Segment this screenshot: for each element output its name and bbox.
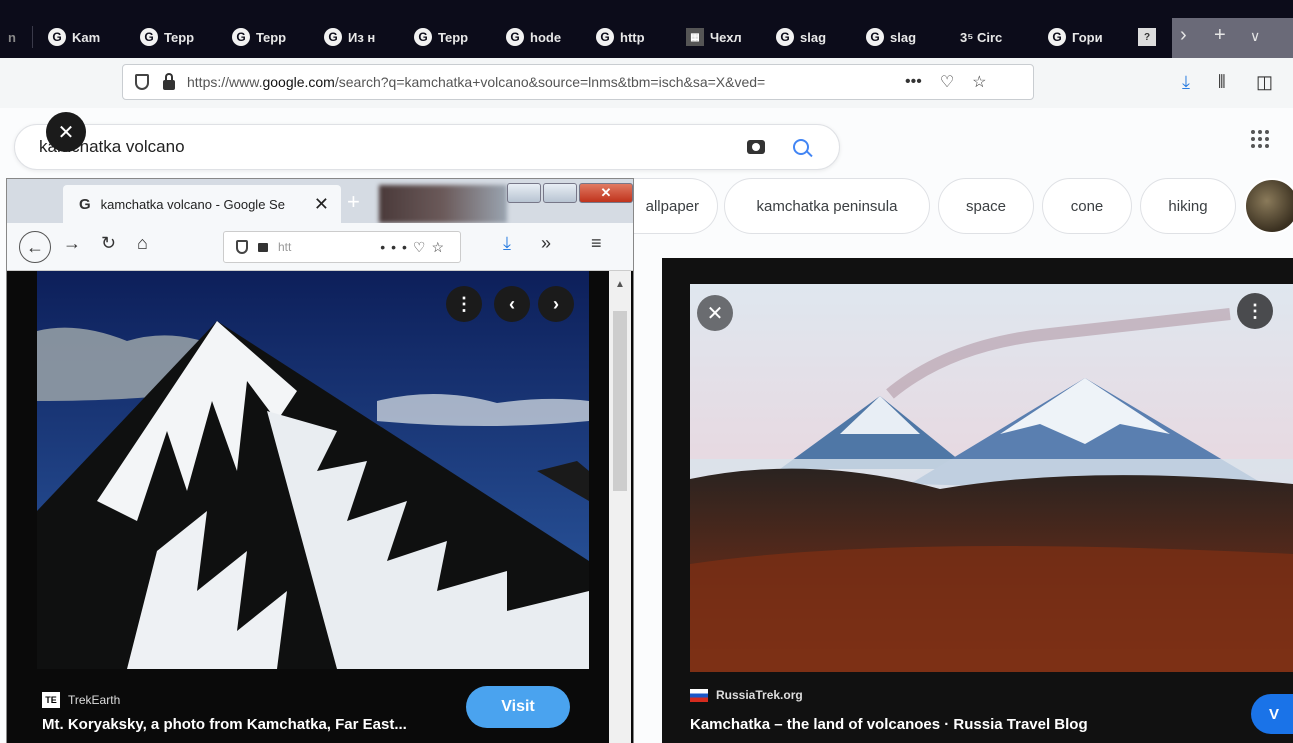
chip-hiking[interactable]: hiking bbox=[1140, 178, 1236, 234]
window-tab[interactable]: G kamchatka volcano - Google Se ✕ bbox=[63, 185, 341, 223]
google-icon: G bbox=[48, 28, 66, 46]
tab-list-chevron-icon[interactable]: ∨ bbox=[1250, 28, 1260, 45]
google-icon: G bbox=[414, 28, 432, 46]
back-arrow-icon[interactable]: ← bbox=[19, 231, 51, 263]
menu-icon[interactable]: ≡ bbox=[591, 233, 602, 254]
google-icon: G bbox=[596, 28, 614, 46]
tab-item[interactable]: G Гори bbox=[1048, 22, 1130, 52]
tab-item[interactable]: Ghttp bbox=[596, 22, 678, 52]
search-box[interactable]: kamchatka volcano bbox=[14, 124, 840, 170]
google-icon: G bbox=[866, 28, 884, 46]
visit-button[interactable]: V bbox=[1251, 694, 1293, 734]
scroll-up-icon[interactable]: ▲ bbox=[615, 279, 625, 290]
tracking-shield-icon bbox=[236, 240, 248, 254]
tab-item[interactable]: G Из н bbox=[324, 22, 406, 52]
camera-icon[interactable] bbox=[747, 140, 765, 154]
page-icon: ? bbox=[1138, 28, 1156, 46]
page-action-icons[interactable]: •••♡☆ bbox=[380, 239, 450, 256]
previous-image-icon[interactable]: ‹ bbox=[494, 286, 530, 322]
download-icon[interactable]: ⤓ bbox=[1182, 72, 1190, 93]
chip-cone[interactable]: cone bbox=[1042, 178, 1132, 234]
pocket-icon[interactable]: ♡ bbox=[940, 72, 954, 92]
lightbox-source[interactable]: TE TrekEarth bbox=[42, 692, 120, 708]
scrollbar-thumb[interactable] bbox=[613, 311, 627, 491]
google-icon: G bbox=[324, 28, 342, 46]
tab-item[interactable]: ? bbox=[1138, 22, 1170, 52]
google-icon: G bbox=[140, 28, 158, 46]
preview-title[interactable]: Kamchatka – the land of volcanoes · Russ… bbox=[690, 716, 1088, 733]
search-icon[interactable] bbox=[793, 139, 809, 155]
close-preview-icon[interactable]: ✕ bbox=[697, 295, 733, 331]
google-icon: G bbox=[506, 28, 524, 46]
google-icon: G bbox=[232, 28, 250, 46]
more-options-icon[interactable]: ⋮ bbox=[446, 286, 482, 322]
tab-item[interactable]: G Kam bbox=[48, 22, 130, 52]
close-window-button[interactable]: ✕ bbox=[579, 183, 633, 203]
page-actions-menu-icon[interactable]: ••• bbox=[905, 73, 922, 91]
nav-bar: https://www.google.com/search?q=kamchatk… bbox=[0, 58, 1293, 108]
active-tab-edge bbox=[1172, 18, 1293, 58]
chip-space[interactable]: space bbox=[938, 178, 1034, 234]
lock-icon[interactable] bbox=[163, 73, 175, 90]
tab-item[interactable]: Ghode bbox=[506, 22, 588, 52]
russia-flag-icon bbox=[690, 688, 708, 702]
tab-item[interactable]: G Tepp bbox=[140, 22, 222, 52]
minimize-button[interactable] bbox=[507, 183, 541, 203]
google-icon: G bbox=[79, 195, 91, 213]
apps-grid-icon[interactable] bbox=[1251, 130, 1269, 148]
tab-item[interactable]: G Tepp bbox=[232, 22, 314, 52]
trekearth-logo: TE bbox=[42, 692, 60, 708]
home-icon[interactable]: ⌂ bbox=[137, 233, 148, 254]
lightbox-title[interactable]: Mt. Koryaksky, a photo from Kamchatka, F… bbox=[42, 716, 407, 733]
small-browser-window: G kamchatka volcano - Google Se ✕ + ✕ ← … bbox=[6, 178, 634, 743]
close-lightbox-icon[interactable]: ✕ bbox=[46, 112, 86, 152]
close-tab-icon[interactable]: ✕ bbox=[314, 194, 329, 215]
google-icon: G bbox=[1048, 28, 1066, 46]
tracking-shield-icon[interactable] bbox=[135, 74, 149, 90]
reload-icon[interactable]: ↻ bbox=[101, 233, 116, 254]
blurred-background bbox=[379, 185, 507, 223]
new-tab-icon[interactable]: + bbox=[1214, 24, 1226, 47]
window-nav-bar: ← → ↻ ⌂ htt •••♡☆ ⤓ » ≡ bbox=[7, 223, 633, 271]
window-content bbox=[7, 271, 633, 743]
next-image-icon[interactable]: › bbox=[538, 286, 574, 322]
new-tab-icon[interactable]: + bbox=[347, 189, 360, 215]
tab-scroll-right-icon[interactable]: › bbox=[1180, 24, 1187, 47]
twin-volcanoes-photo bbox=[690, 284, 1293, 672]
tab-item[interactable]: Gslag bbox=[776, 22, 858, 52]
window-address-bar[interactable]: htt •••♡☆ bbox=[223, 231, 461, 263]
bookmark-star-icon[interactable]: ☆ bbox=[972, 72, 986, 92]
window-controls: ✕ bbox=[507, 183, 633, 203]
maximize-button[interactable] bbox=[543, 183, 577, 203]
address-bar[interactable]: https://www.google.com/search?q=kamchatk… bbox=[122, 64, 1034, 100]
window-title-bar: G kamchatka volcano - Google Se ✕ + ✕ bbox=[7, 179, 633, 223]
google-icon: G bbox=[776, 28, 794, 46]
library-icon[interactable]: ⫴ bbox=[1218, 72, 1226, 93]
overflow-chevron-icon[interactable]: » bbox=[541, 233, 551, 254]
download-icon[interactable]: ⤓ bbox=[503, 233, 511, 254]
sidebar-icon[interactable]: ◫ bbox=[1256, 72, 1273, 93]
koryaksky-photo bbox=[37, 271, 589, 669]
tab-item[interactable]: 3⁵ Circ bbox=[960, 22, 1042, 52]
more-options-icon[interactable]: ⋮ bbox=[1237, 293, 1273, 329]
forward-arrow-icon[interactable]: → bbox=[63, 233, 81, 254]
page-icon: ▦ bbox=[686, 28, 704, 46]
screen: n G Kam G Tepp G Tepp G Из н G Tepp Ghode Ght… bbox=[0, 0, 1293, 743]
tab-strip: n G Kam G Tepp G Tepp G Из н G Tepp Ghode Ght… bbox=[0, 0, 1293, 58]
url-text[interactable]: https://www.google.com/search?q=kamchatk… bbox=[187, 74, 887, 90]
lightbox-image-koryaksky[interactable] bbox=[37, 271, 589, 669]
lock-icon bbox=[258, 242, 268, 252]
chip-kamchatka-peninsula[interactable]: kamchatka peninsula bbox=[724, 178, 930, 234]
tab-item[interactable]: Gslag bbox=[866, 22, 948, 52]
window-scrollbar[interactable]: ▲ bbox=[609, 271, 631, 743]
preview-source[interactable]: RussiaTrek.org bbox=[690, 688, 803, 702]
visit-button[interactable]: Visit bbox=[466, 686, 570, 728]
chip-image-thumbnail[interactable] bbox=[1244, 178, 1293, 234]
preview-image-twin-volcanoes[interactable] bbox=[690, 284, 1293, 672]
tab-partial[interactable]: n bbox=[8, 22, 33, 52]
search-input[interactable]: kamchatka volcano bbox=[39, 137, 747, 157]
tab-item[interactable]: ▦ Чехл bbox=[686, 22, 768, 52]
tab-item[interactable]: G Tepp bbox=[414, 22, 496, 52]
